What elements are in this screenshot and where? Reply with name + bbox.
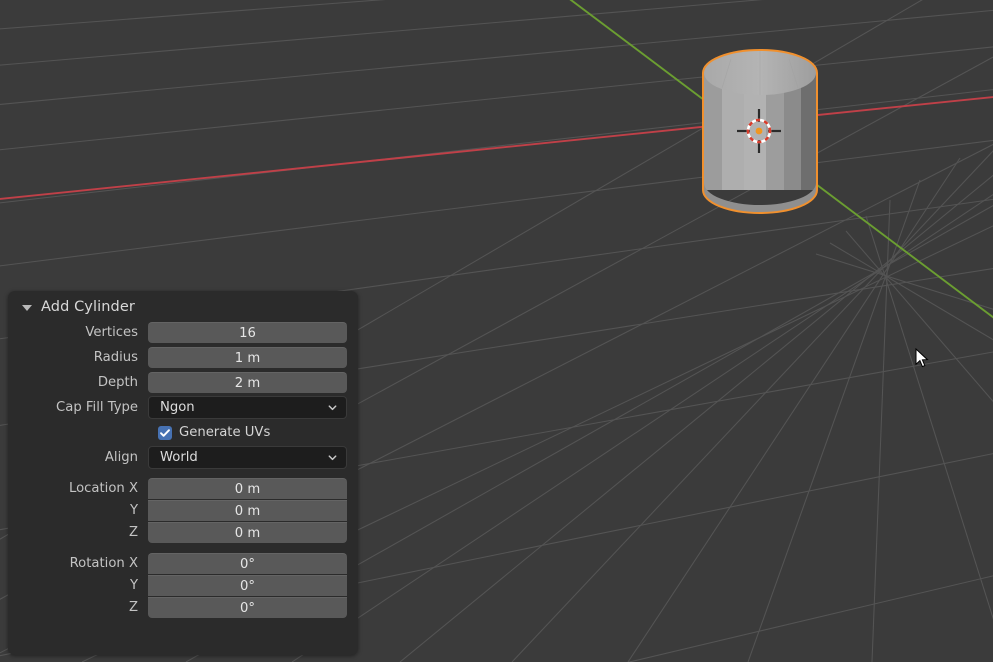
field-row-cap-fill-type[interactable]: Cap Fill Type Ngon [8, 396, 347, 419]
rotation-z-input[interactable]: 0° [148, 597, 347, 618]
field-row-radius[interactable]: Radius 1 m [8, 347, 347, 368]
panel-body: Vertices 16 Radius 1 m Depth 2 m Cap Fil… [8, 322, 358, 618]
panel-header[interactable]: Add Cylinder [8, 291, 358, 322]
generate-uvs-checkbox[interactable] [158, 425, 172, 440]
align-dropdown[interactable]: World [148, 446, 347, 469]
field-row-depth[interactable]: Depth 2 m [8, 372, 347, 393]
location-y-input[interactable]: 0 m [148, 500, 347, 521]
radius-input[interactable]: 1 m [148, 347, 347, 368]
cap-fill-type-dropdown[interactable]: Ngon [148, 396, 347, 419]
label-depth: Depth [97, 375, 138, 390]
field-row-align[interactable]: Align World [8, 446, 347, 469]
label-cap-fill-type: Cap Fill Type [56, 400, 138, 415]
field-row-location-z[interactable]: Z 0 m [8, 522, 347, 543]
label-align: Align [104, 450, 138, 465]
field-row-location-y[interactable]: Y 0 m [8, 500, 347, 521]
field-row-rotation-z[interactable]: Z 0° [8, 597, 347, 618]
generate-uvs-label: Generate UVs [179, 425, 271, 440]
field-row-location-x[interactable]: Location X 0 m [8, 478, 347, 499]
triangle-down-icon[interactable] [22, 304, 32, 311]
location-x-input[interactable]: 0 m [148, 478, 347, 499]
label-vertices: Vertices [85, 325, 138, 340]
label-location-z: Z [128, 525, 138, 540]
panel-title: Add Cylinder [41, 298, 135, 315]
label-radius: Radius [93, 350, 138, 365]
vertices-input[interactable]: 16 [148, 322, 347, 343]
field-row-rotation-y[interactable]: Y 0° [8, 575, 347, 596]
blender-window: Add Cylinder Vertices 16 Radius 1 m Dept… [0, 0, 993, 662]
label-location-y: Y [129, 503, 138, 518]
align-value: World [160, 450, 198, 465]
rotation-x-input[interactable]: 0° [148, 553, 347, 574]
chevron-down-icon [328, 455, 337, 461]
rotation-y-input[interactable]: 0° [148, 575, 347, 596]
location-z-input[interactable]: 0 m [148, 522, 347, 543]
label-location-x: Location X [68, 481, 138, 496]
operator-redo-panel[interactable]: Add Cylinder Vertices 16 Radius 1 m Dept… [8, 291, 358, 655]
label-rotation-y: Y [129, 578, 138, 593]
field-row-rotation-x[interactable]: Rotation X 0° [8, 553, 347, 574]
chevron-down-icon [328, 405, 337, 411]
generate-uvs-row[interactable]: Generate UVs [8, 422, 347, 443]
label-rotation-x: Rotation X [69, 556, 138, 571]
label-rotation-z: Z [128, 600, 138, 615]
field-row-vertices[interactable]: Vertices 16 [8, 322, 347, 343]
depth-input[interactable]: 2 m [148, 372, 347, 393]
cap-fill-type-value: Ngon [160, 400, 195, 415]
check-icon [160, 428, 170, 437]
